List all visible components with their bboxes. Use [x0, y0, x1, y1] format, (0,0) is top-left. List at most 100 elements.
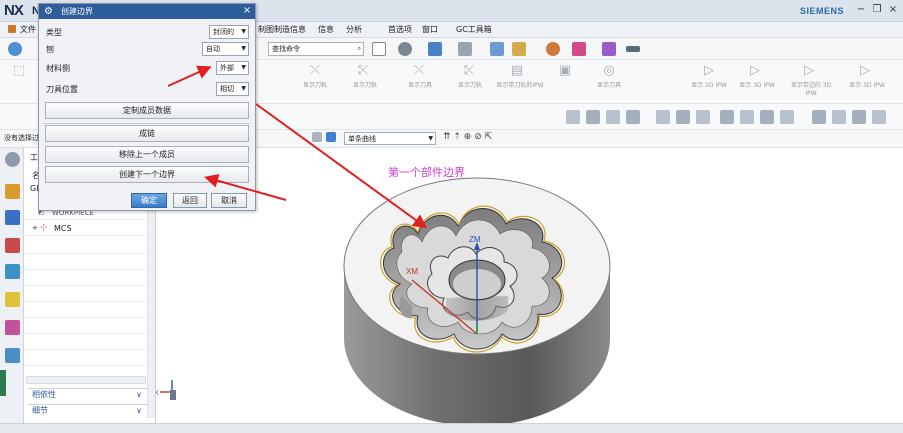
close-window-button[interactable]: ×	[887, 4, 899, 16]
tool-icon[interactable]	[696, 110, 710, 124]
horizontal-scrollbar[interactable]	[26, 376, 146, 384]
chevron-down-icon: ▼	[241, 28, 246, 35]
back-button[interactable]: 返回	[173, 193, 207, 208]
machine-tool-icon[interactable]	[5, 210, 20, 225]
side-tab[interactable]	[0, 370, 6, 396]
menu-analysis[interactable]: 分析	[346, 24, 362, 35]
fit-icon[interactable]	[372, 42, 386, 56]
tree-row-mcs[interactable]: + ⊹ MCS	[24, 222, 148, 236]
dialog-title-bar[interactable]: ⚙ 创建边界 ×	[39, 4, 255, 19]
select-all-icon[interactable]	[312, 132, 322, 142]
section-icon[interactable]	[490, 42, 504, 56]
cancel-button[interactable]: 取消	[211, 193, 247, 208]
assembly-navigator-icon[interactable]	[5, 264, 20, 279]
ribbon-tool-icon[interactable]: ▷	[746, 64, 764, 78]
dependency-panel[interactable]: 相依性 ∨	[28, 388, 148, 401]
ribbon-tool-icon[interactable]: ⤪	[354, 64, 372, 78]
restore-button[interactable]: ❐	[871, 4, 883, 16]
tool-icon[interactable]	[760, 110, 774, 124]
part-model: ZM XM X	[154, 177, 611, 426]
type-row: 类型 封闭的 ▼	[44, 25, 249, 39]
type-select[interactable]: 封闭的 ▼	[209, 25, 249, 39]
tool-icon[interactable]	[626, 110, 640, 124]
tool-icon[interactable]	[812, 110, 826, 124]
tool-icon[interactable]	[832, 110, 846, 124]
ribbon-tool-icon[interactable]: ▷	[800, 64, 818, 78]
close-icon[interactable]: ×	[241, 5, 253, 17]
ruler-icon[interactable]	[626, 46, 640, 52]
menu-gc-toolbox[interactable]: GC工具箱	[456, 24, 492, 35]
snap-icon[interactable]	[546, 42, 560, 56]
nx-logo: NX	[4, 2, 24, 19]
chain-button[interactable]: 成链	[45, 125, 249, 142]
plane-value: 自动	[206, 45, 220, 53]
tool-icon[interactable]	[872, 110, 886, 124]
tool-icon[interactable]	[852, 110, 866, 124]
render-style-icon[interactable]	[398, 42, 412, 56]
ribbon-tool-icon[interactable]: ◎	[600, 64, 618, 78]
background-icon[interactable]	[458, 42, 472, 56]
tool-icon[interactable]	[780, 110, 794, 124]
roles-icon[interactable]	[5, 348, 20, 363]
operation-navigator-icon[interactable]	[5, 184, 20, 199]
material-side-row: 材料侧 外部 ▼	[44, 61, 249, 75]
chevron-down-icon: ∨	[136, 390, 142, 399]
menu-pmi[interactable]: 制图制造信息	[258, 24, 306, 35]
menu-preferences[interactable]: 首选项	[388, 24, 412, 35]
part-navigator-icon[interactable]	[5, 238, 20, 253]
tool-icon[interactable]	[586, 110, 600, 124]
curve-rule-select[interactable]: 单条曲线 ▼	[344, 132, 436, 145]
ribbon-tool-icon[interactable]: ▷	[856, 64, 874, 78]
tool-icon[interactable]	[676, 110, 690, 124]
command-search-input[interactable]: 查找命令 ⌕	[268, 42, 364, 56]
material-side-select[interactable]: 外部 ▼	[216, 61, 249, 75]
ribbon-label: 显示刀具	[407, 82, 432, 89]
chevron-down-icon: ▼	[241, 64, 246, 71]
graphics-window[interactable]: ZM XM X	[154, 148, 903, 433]
measure-icon[interactable]	[602, 42, 616, 56]
view-cube-icon[interactable]	[428, 42, 442, 56]
orient-icon[interactable]	[512, 42, 526, 56]
tool-position-select[interactable]: 相切 ▼	[216, 82, 249, 96]
ribbon-tool-icon[interactable]: ⤫	[410, 64, 428, 78]
ribbon-tool-icon[interactable]: ⤫	[306, 64, 324, 78]
select-icon[interactable]	[572, 42, 586, 56]
minimize-button[interactable]: −	[855, 4, 867, 16]
history-icon[interactable]	[5, 320, 20, 335]
details-label: 细节	[32, 406, 48, 415]
reuse-library-icon[interactable]	[5, 292, 20, 307]
nx-window: NX N SIEMENS − ❐ × 文件 制图制造信息 信息 分析 首选项 窗…	[0, 0, 903, 433]
app-menu-icon[interactable]	[8, 25, 16, 33]
gear-icon[interactable]: ⚙	[44, 6, 55, 17]
menu-info[interactable]: 信息	[318, 24, 334, 35]
tool-icon[interactable]	[566, 110, 580, 124]
ribbon-label: 显示 3D IPW	[849, 82, 885, 89]
ribbon-tool-icon[interactable]: ▣	[556, 64, 574, 78]
ribbon-tool-icon[interactable]: ⤪	[460, 64, 478, 78]
triad-cube	[170, 390, 176, 400]
settings-icon[interactable]	[5, 152, 20, 167]
ribbon-tool-icon[interactable]: ⬚	[10, 64, 28, 78]
details-panel[interactable]: 细节 ∨	[28, 404, 148, 417]
tool-icon[interactable]	[606, 110, 620, 124]
tool-icon[interactable]	[656, 110, 670, 124]
ribbon-tool-icon[interactable]: ▤	[508, 64, 526, 78]
plane-select[interactable]: 自动 ▼	[202, 42, 249, 56]
create-next-boundary-button[interactable]: 创建下一个边界	[45, 166, 249, 183]
ribbon-label: 显示刀具	[596, 82, 621, 89]
siemens-logo: SIEMENS	[800, 6, 845, 16]
start-icon[interactable]	[8, 42, 22, 56]
customize-member-data-button[interactable]: 定制成员数据	[45, 102, 249, 119]
ribbon-tool-icon[interactable]: ▷	[700, 64, 718, 78]
dependency-label: 相依性	[32, 390, 56, 399]
tool-icon[interactable]	[740, 110, 754, 124]
expand-icon[interactable]: +	[32, 224, 38, 232]
ok-button[interactable]: 确定	[131, 193, 167, 208]
menu-file[interactable]: 文件	[20, 24, 36, 35]
tool-icon[interactable]	[720, 110, 734, 124]
snap-tools-icon[interactable]: ⇈ ⇡ ⊕ ⊘ ⇱	[443, 132, 492, 142]
chevron-down-icon: ▼	[428, 135, 433, 142]
menu-window[interactable]: 窗口	[422, 24, 438, 35]
solid-icon[interactable]	[326, 132, 336, 142]
remove-last-member-button[interactable]: 移除上一个成员	[45, 146, 249, 163]
